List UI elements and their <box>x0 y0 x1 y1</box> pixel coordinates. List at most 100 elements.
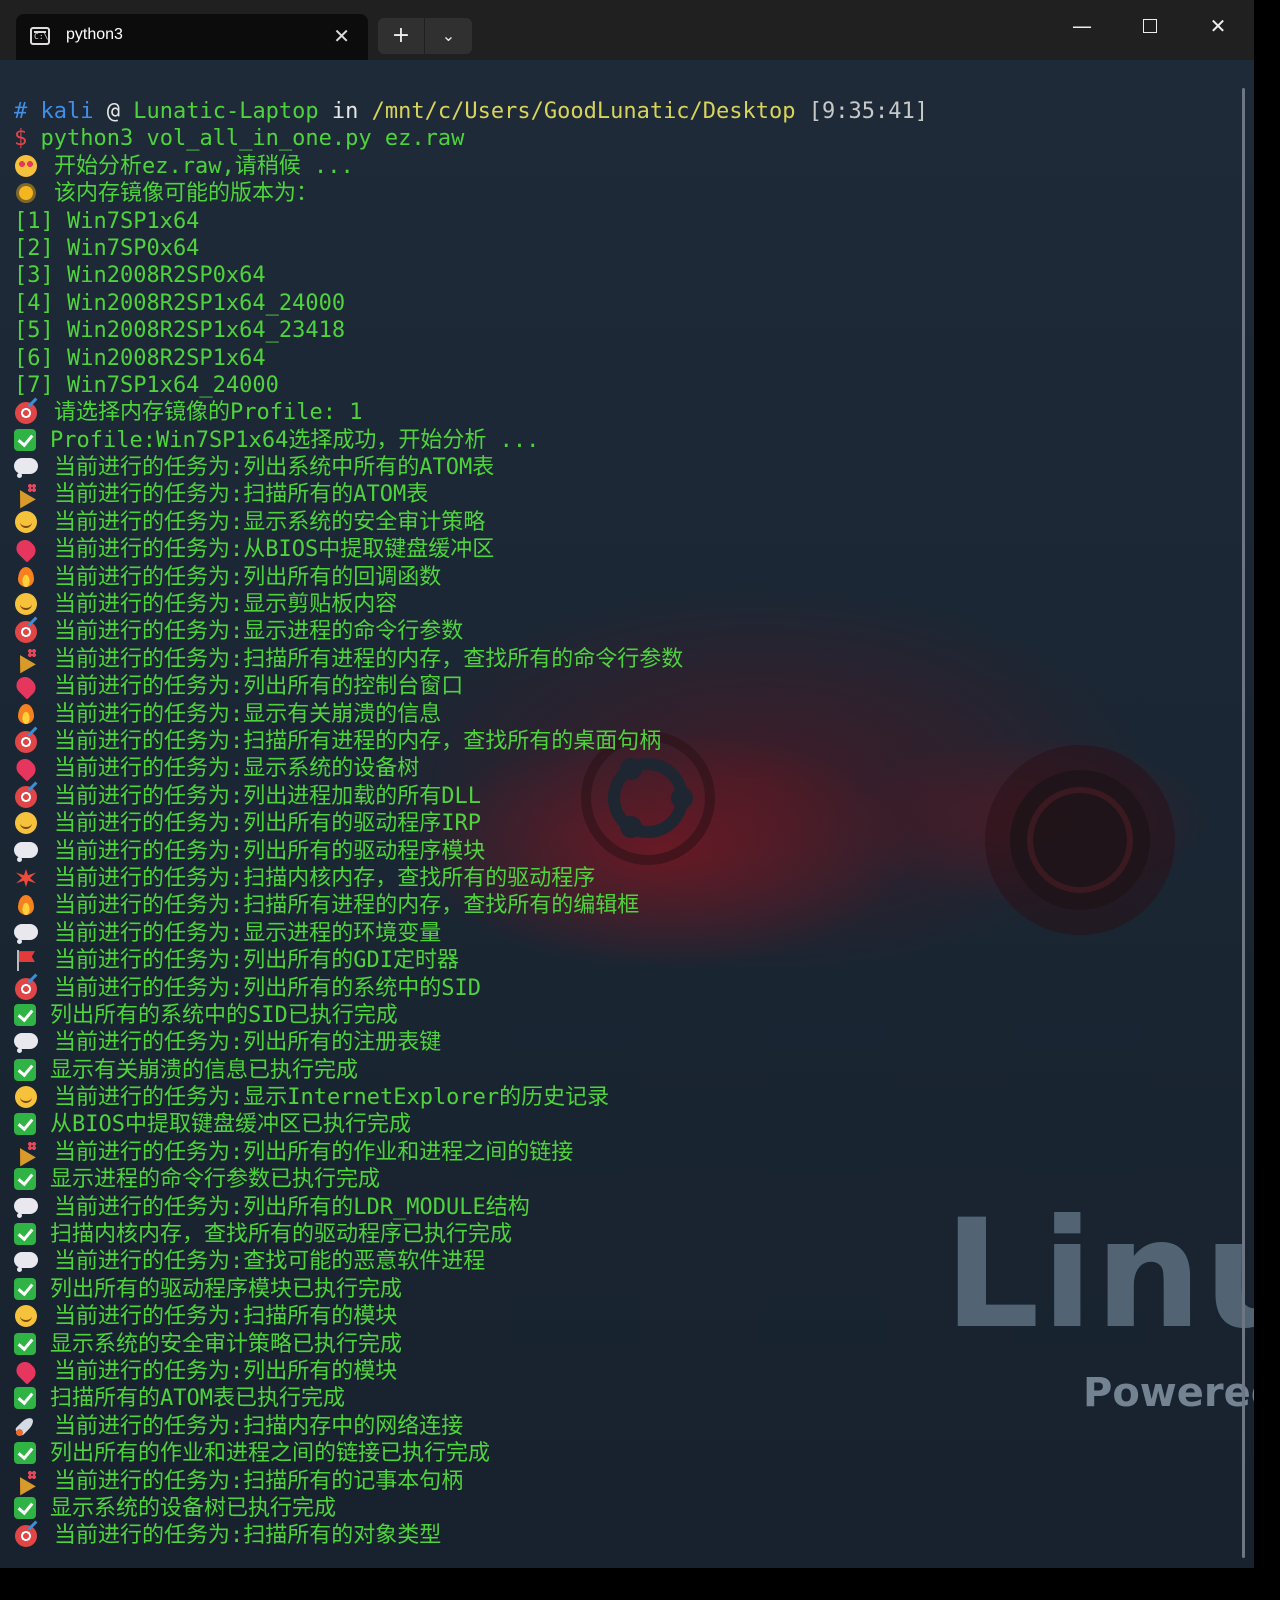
output-line: 扫描内核内存，查找所有的驱动程序已执行完成 <box>14 1221 1234 1248</box>
close-tab-icon[interactable]: ✕ <box>333 24 350 48</box>
output-line: 列出所有的作业和进程之间的链接已执行完成 <box>14 1440 1234 1467</box>
output-line: 该内存镜像可能的版本为： <box>14 180 1234 207</box>
target-icon <box>14 620 40 644</box>
output-line: 扫描所有的ATOM表已执行完成 <box>14 1385 1234 1412</box>
check-icon <box>14 1277 36 1300</box>
output-line: 当前进行的任务为:列出所有的驱动程序模块 <box>14 838 1234 865</box>
prompt-host: Lunatic-Laptop <box>133 99 319 124</box>
output-lines: 开始分析ez.raw,请稍候 ... 该内存镜像可能的版本为： [1] Win7SP… <box>14 153 1234 1550</box>
output-line-text: 扫描所有的ATOM表已执行完成 <box>50 1386 345 1412</box>
check-icon <box>14 1168 36 1191</box>
output-line-text: 当前进行的任务为:列出所有的回调函数 <box>54 564 442 590</box>
output-line: [4] Win2008R2SP1x64_24000 <box>14 290 1234 317</box>
maximize-icon <box>1143 19 1157 33</box>
output-line: 显示进程的命令行参数已执行完成 <box>14 1166 1234 1193</box>
output-line: 当前进行的任务为:显示InternetExplorer的历史记录 <box>14 1084 1234 1111</box>
prompt-dollar: $ <box>14 126 28 152</box>
output-line: 从BIOS中提取键盘缓冲区已执行完成 <box>14 1111 1234 1138</box>
output-line: 当前进行的任务为:扫描所有的对象类型 <box>14 1522 1234 1549</box>
flag-icon <box>14 949 40 972</box>
output-line-text: 当前进行的任务为:列出所有的注册表键 <box>54 1030 442 1056</box>
output-line-text: 当前进行的任务为:扫描所有的模块 <box>54 1304 398 1330</box>
output-line-text: 显示系统的安全审计策略已执行完成 <box>50 1331 403 1357</box>
prompt-hash: # <box>14 99 28 124</box>
hearts-icon <box>14 154 40 177</box>
output-line: 当前进行的任务为:扫描内核内存，查找所有的驱动程序 <box>14 865 1234 892</box>
output-line: 开始分析ez.raw,请稍候 ... <box>14 153 1234 180</box>
title-bar: C:\ python3 ✕ + ⌄ — ✕ <box>0 0 1254 60</box>
output-line-text: 当前进行的任务为:显示剪贴板内容 <box>54 592 398 618</box>
output-line-text: [2] Win7SP0x64 <box>14 235 200 261</box>
output-line: 显示有关崩溃的信息已执行完成 <box>14 1057 1234 1084</box>
bubble-icon <box>14 1031 40 1054</box>
tab-title: python3 <box>66 26 123 43</box>
smile-icon <box>14 593 40 616</box>
output-line-text: 列出所有的系统中的SID已执行完成 <box>50 1002 398 1028</box>
output-line-text: 扫描内核内存，查找所有的驱动程序已执行完成 <box>50 1222 513 1248</box>
heart-icon <box>14 675 40 697</box>
prompt-in: in <box>331 99 359 124</box>
output-line-text: 当前进行的任务为:显示系统的安全审计策略 <box>54 509 486 535</box>
check-icon <box>14 1058 36 1081</box>
output-line-text: 当前进行的任务为:列出所有的模块 <box>54 1358 398 1384</box>
output-line: 当前进行的任务为:列出所有的作业和进程之间的链接 <box>14 1139 1234 1166</box>
output-line-text: 显示系统的设备树已执行完成 <box>50 1495 337 1521</box>
tab-python3[interactable]: C:\ python3 ✕ <box>16 14 368 60</box>
output-line-text: 当前进行的任务为:扫描所有进程的内存，查找所有的桌面句柄 <box>54 728 662 754</box>
check-icon <box>14 1223 36 1246</box>
output-line: [7] Win7SP1x64_24000 <box>14 372 1234 399</box>
output-line-text: 当前进行的任务为:扫描所有进程的内存，查找所有的命令行参数 <box>54 646 684 672</box>
maximize-button[interactable] <box>1130 14 1170 38</box>
output-line-text: 当前进行的任务为:列出所有的作业和进程之间的链接 <box>54 1139 574 1165</box>
party-icon <box>14 483 40 505</box>
minimize-button[interactable]: — <box>1062 14 1102 38</box>
new-tab-button[interactable]: + <box>378 18 425 54</box>
output-line: 请选择内存镜像的Profile: 1 <box>14 399 1234 426</box>
terminal-output[interactable]: # kali @ Lunatic-Laptop in /mnt/c/Users/… <box>14 98 1234 1550</box>
party-icon <box>14 1141 40 1163</box>
prompt-user: kali <box>40 99 94 124</box>
output-line: 当前进行的任务为:列出所有的LDR_MODULE结构 <box>14 1194 1234 1221</box>
output-line-text: [5] Win2008R2SP1x64_23418 <box>14 318 346 344</box>
check-icon <box>14 428 36 451</box>
party-icon <box>14 648 40 670</box>
command-text: python3 vol_all_in_one.py ez.raw <box>40 126 465 152</box>
output-line-text: 当前进行的任务为:列出所有的驱动程序IRP <box>54 811 481 837</box>
output-line: 当前进行的任务为:从BIOS中提取键盘缓冲区 <box>14 536 1234 563</box>
output-line: 当前进行的任务为:显示剪贴板内容 <box>14 591 1234 618</box>
output-line: 当前进行的任务为:列出所有的模块 <box>14 1358 1234 1385</box>
output-line: [3] Win2008R2SP0x64 <box>14 262 1234 289</box>
output-line: 当前进行的任务为:列出所有的驱动程序IRP <box>14 810 1234 837</box>
terminal-window: C:\ python3 ✕ + ⌄ — ✕ Linux Powered # ka… <box>0 0 1254 1568</box>
output-line: 显示系统的设备树已执行完成 <box>14 1495 1234 1522</box>
bubble-icon <box>14 922 40 944</box>
output-line: 当前进行的任务为:列出所有的回调函数 <box>14 564 1234 591</box>
close-window-button[interactable]: ✕ <box>1198 14 1238 38</box>
output-line: 当前进行的任务为:列出所有的控制台窗口 <box>14 673 1234 700</box>
output-line: 当前进行的任务为:扫描所有的ATOM表 <box>14 481 1234 508</box>
output-line-text: 当前进行的任务为:显示进程的命令行参数 <box>54 619 464 645</box>
output-line-text: 该内存镜像可能的版本为： <box>54 181 319 207</box>
output-line: 当前进行的任务为:列出所有的注册表键 <box>14 1029 1234 1056</box>
output-line: [5] Win2008R2SP1x64_23418 <box>14 317 1234 344</box>
output-line: 当前进行的任务为:列出系统中所有的ATOM表 <box>14 454 1234 481</box>
target-icon <box>14 785 40 808</box>
fire-icon <box>14 894 40 916</box>
tab-dropdown-button[interactable]: ⌄ <box>425 18 472 54</box>
output-line-text: 当前进行的任务为:扫描内存中的网络连接 <box>54 1413 464 1439</box>
output-line: 当前进行的任务为:列出所有的GDI定时器 <box>14 947 1234 974</box>
output-line-text: 当前进行的任务为:显示InternetExplorer的历史记录 <box>54 1085 610 1111</box>
scrollbar[interactable] <box>1242 88 1245 1558</box>
output-line: 当前进行的任务为:显示有关崩溃的信息 <box>14 701 1234 728</box>
output-line-text: 当前进行的任务为:扫描内核内存，查找所有的驱动程序 <box>54 865 596 891</box>
fire-icon <box>14 566 40 588</box>
target-icon <box>14 977 40 1000</box>
bubble-icon <box>14 1196 40 1218</box>
rocket-icon <box>14 1415 40 1437</box>
bubble-icon <box>14 456 40 479</box>
boom-icon <box>14 867 40 889</box>
output-line-text: 当前进行的任务为:显示进程的环境变量 <box>54 920 442 946</box>
check-icon <box>14 1003 36 1026</box>
output-line: 当前进行的任务为:查找可能的恶意软件进程 <box>14 1248 1234 1275</box>
output-line-text: 请选择内存镜像的Profile: 1 <box>54 400 363 426</box>
